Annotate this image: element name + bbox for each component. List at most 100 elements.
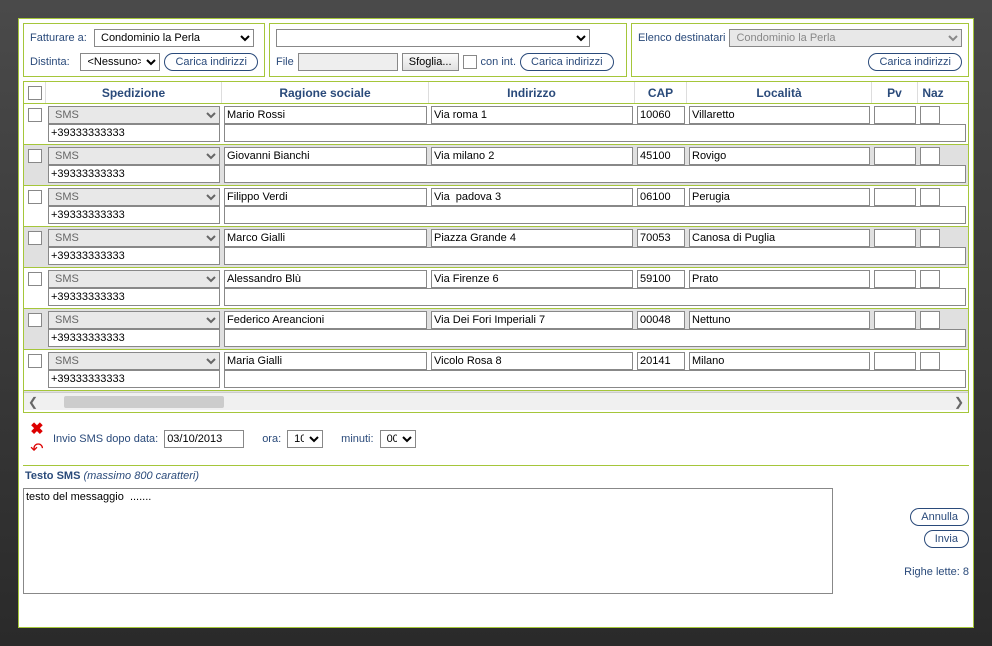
ragione-input[interactable] [224,106,427,124]
file-label: File [276,56,294,68]
row2-extra-input[interactable] [224,288,966,306]
indirizzo-input[interactable] [431,106,633,124]
elenco-select[interactable]: Condominio la Perla [729,29,962,47]
pv-input[interactable] [874,270,916,288]
table-row: SMS [24,145,968,186]
phone-input[interactable] [48,329,220,347]
localita-input[interactable] [689,352,870,370]
cap-input[interactable] [637,270,685,288]
phone-input[interactable] [48,206,220,224]
ora-select[interactable]: 10 [287,430,323,448]
testo-sms-hint: (massimo 800 caratteri) [83,470,199,482]
naz-input[interactable] [920,311,940,329]
ora-label: ora: [262,433,281,445]
indirizzo-input[interactable] [431,229,633,247]
cap-input[interactable] [637,188,685,206]
row-checkbox[interactable] [28,354,42,368]
row-checkbox[interactable] [28,190,42,204]
spedizione-select[interactable]: SMS [48,147,220,165]
table-body[interactable]: SMSSMSSMSSMSSMSSMSSMSSMS [24,104,968,392]
distinta-select[interactable]: <Nessuno> [80,53,160,71]
row2-extra-input[interactable] [224,165,966,183]
phone-input[interactable] [48,165,220,183]
row-checkbox[interactable] [28,313,42,327]
row-checkbox[interactable] [28,231,42,245]
minuti-select[interactable]: 00 [380,430,416,448]
spedizione-select[interactable]: SMS [48,352,220,370]
naz-input[interactable] [920,147,940,165]
phone-input[interactable] [48,124,220,142]
phone-input[interactable] [48,247,220,265]
indirizzo-input[interactable] [431,311,633,329]
select-all-checkbox[interactable] [28,86,42,100]
spedizione-select[interactable]: SMS [48,229,220,247]
sfoglia-button[interactable]: Sfoglia... [402,53,459,71]
naz-input[interactable] [920,106,940,124]
row-checkbox[interactable] [28,149,42,163]
localita-input[interactable] [689,147,870,165]
pv-input[interactable] [874,106,916,124]
naz-input[interactable] [920,352,940,370]
cap-input[interactable] [637,352,685,370]
phone-input[interactable] [48,288,220,306]
top-controls: Fatturare a: Condominio la Perla Distint… [23,23,969,77]
ragione-input[interactable] [224,352,427,370]
naz-input[interactable] [920,229,940,247]
carica-indirizzi-button-1[interactable]: Carica indirizzi [164,53,258,71]
pv-input[interactable] [874,311,916,329]
row2-extra-input[interactable] [224,247,966,265]
sms-textarea[interactable]: testo del messaggio ....... [23,488,833,594]
pv-input[interactable] [874,188,916,206]
indirizzo-input[interactable] [431,188,633,206]
cap-input[interactable] [637,229,685,247]
indirizzo-input[interactable] [431,352,633,370]
indirizzo-input[interactable] [431,147,633,165]
table-row: SMS [24,104,968,145]
localita-input[interactable] [689,311,870,329]
pv-input[interactable] [874,147,916,165]
naz-input[interactable] [920,270,940,288]
undo-icon[interactable]: ↶ [30,439,43,459]
row-checkbox[interactable] [28,108,42,122]
localita-input[interactable] [689,229,870,247]
annulla-button[interactable]: Annulla [910,508,969,526]
cancel-icon[interactable]: ✖ [30,419,43,439]
ragione-input[interactable] [224,229,427,247]
indirizzo-input[interactable] [431,270,633,288]
naz-input[interactable] [920,188,940,206]
scroll-left-icon[interactable]: ❮ [24,395,42,409]
row2-extra-input[interactable] [224,124,966,142]
scroll-thumb[interactable] [64,396,224,408]
localita-input[interactable] [689,270,870,288]
carica-indirizzi-button-3[interactable]: Carica indirizzi [868,53,962,71]
localita-input[interactable] [689,188,870,206]
mid-select[interactable] [276,29,590,47]
schedule-row: ✖ ↶ Invio SMS dopo data: ora: 10 minuti:… [23,413,969,466]
fatturare-select[interactable]: Condominio la Perla [94,29,254,47]
ragione-input[interactable] [224,270,427,288]
scroll-right-icon[interactable]: ❯ [950,395,968,409]
ragione-input[interactable] [224,311,427,329]
cap-input[interactable] [637,106,685,124]
pv-input[interactable] [874,352,916,370]
row2-extra-input[interactable] [224,206,966,224]
ragione-input[interactable] [224,147,427,165]
spedizione-select[interactable]: SMS [48,106,220,124]
phone-input[interactable] [48,370,220,388]
horizontal-scrollbar[interactable]: ❮ ❯ [24,392,968,410]
localita-input[interactable] [689,106,870,124]
cap-input[interactable] [637,147,685,165]
row-checkbox[interactable] [28,272,42,286]
row2-extra-input[interactable] [224,329,966,347]
con-int-checkbox[interactable] [463,55,477,69]
invia-button[interactable]: Invia [924,530,969,548]
row2-extra-input[interactable] [224,370,966,388]
spedizione-select[interactable]: SMS [48,188,220,206]
ragione-input[interactable] [224,188,427,206]
pv-input[interactable] [874,229,916,247]
date-input[interactable] [164,430,244,448]
spedizione-select[interactable]: SMS [48,311,220,329]
spedizione-select[interactable]: SMS [48,270,220,288]
carica-indirizzi-button-2[interactable]: Carica indirizzi [520,53,614,71]
cap-input[interactable] [637,311,685,329]
